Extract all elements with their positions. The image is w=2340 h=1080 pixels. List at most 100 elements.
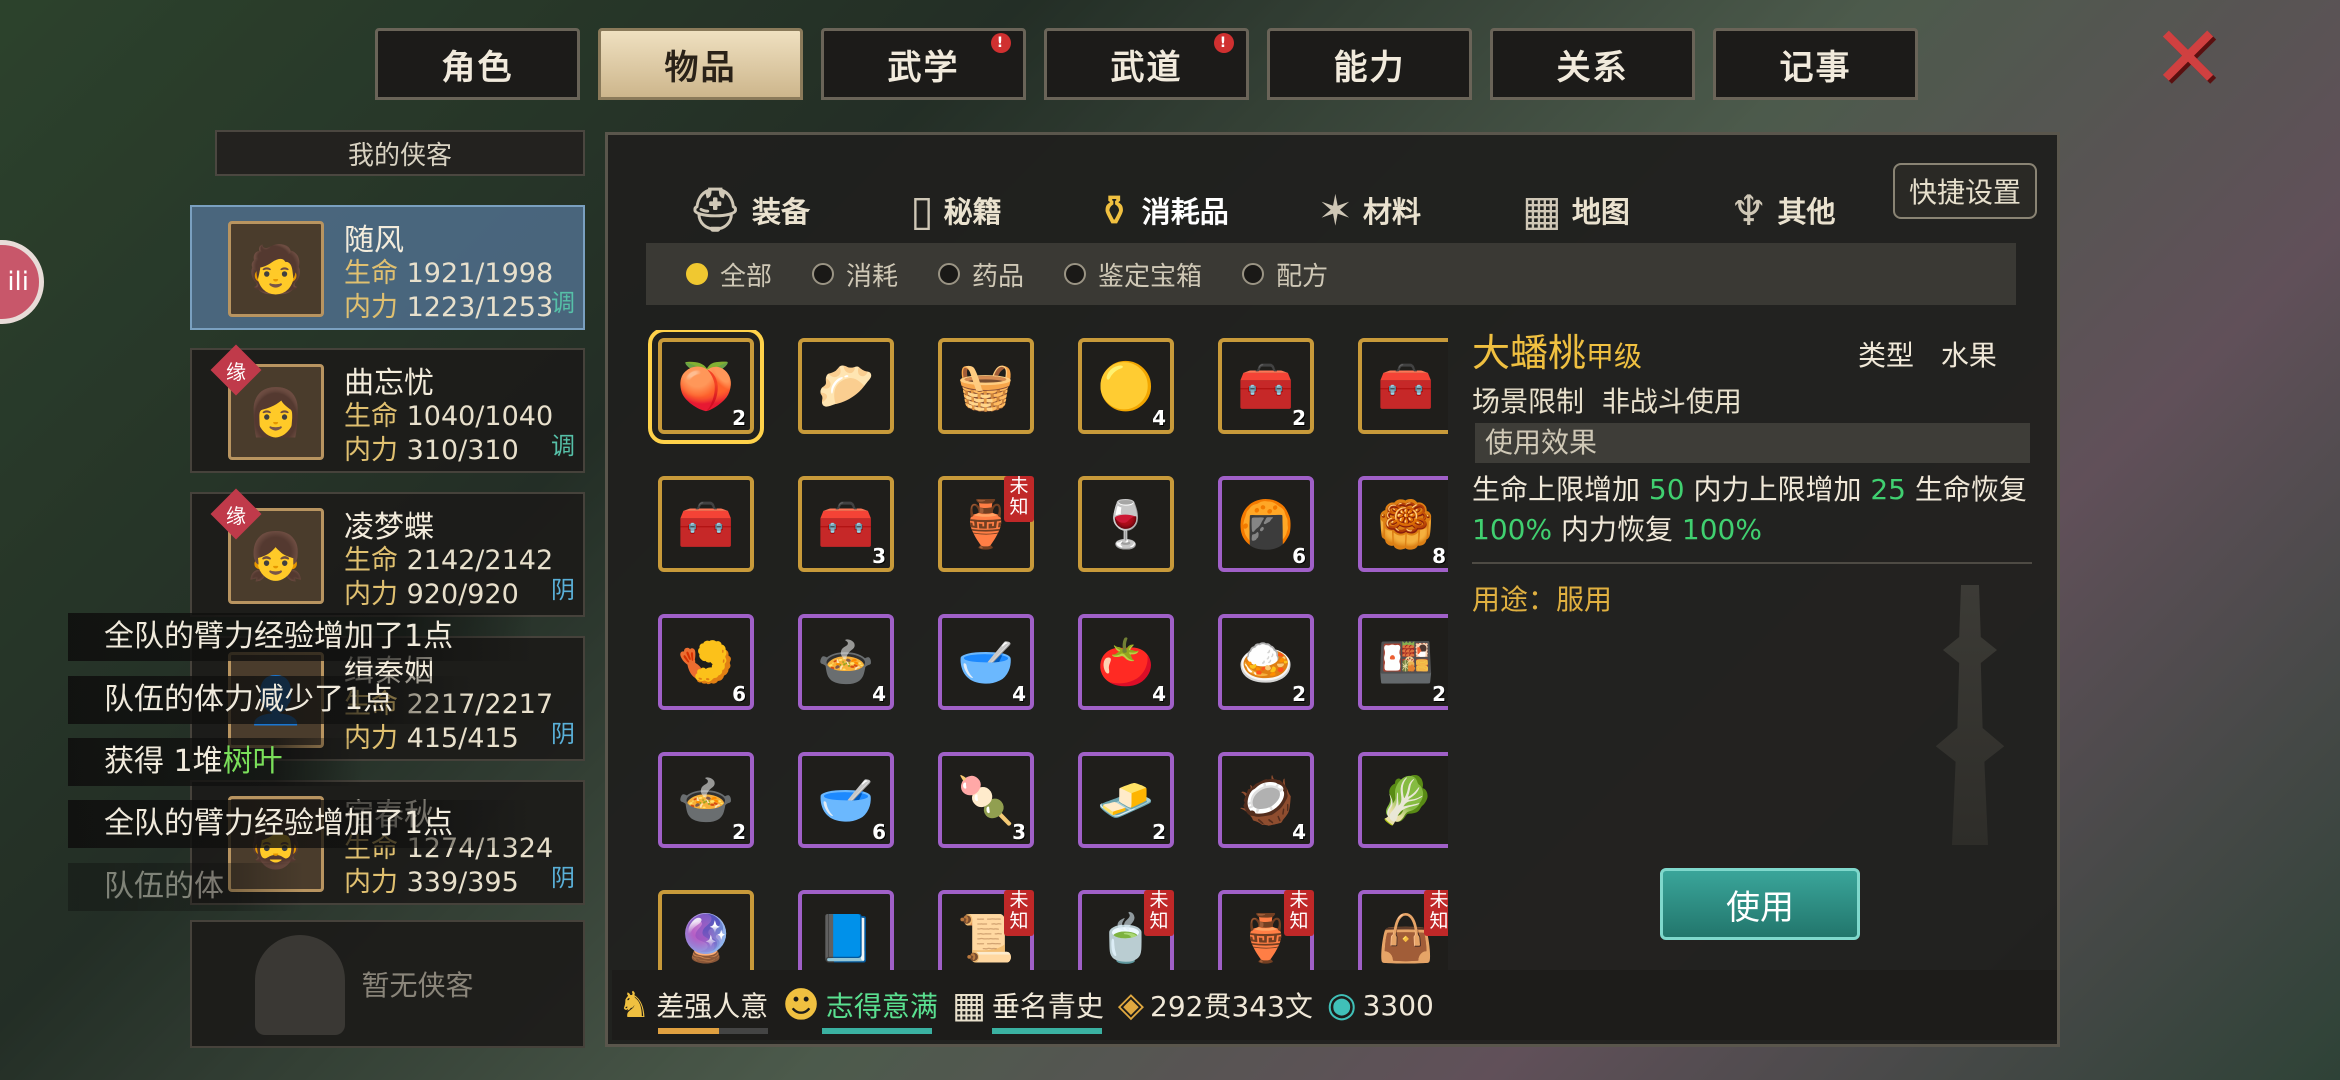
radio-icon: [938, 263, 961, 285]
notification-line: 全队的臂力经验增加了1点: [68, 800, 534, 848]
effect-header-text: 使用效果: [1485, 426, 1598, 459]
item-count: 2: [732, 820, 746, 844]
inventory-item[interactable]: 🍱 2: [1358, 614, 1448, 710]
radio-icon: [686, 263, 708, 285]
filter-option[interactable]: 消耗: [812, 256, 898, 293]
item-usage: 用途：服用: [1472, 578, 1612, 618]
top-tab-label: 记事: [1779, 47, 1852, 88]
inventory-item[interactable]: 🍷: [1078, 476, 1174, 572]
status-bar: ♞ 差强人意 ☻ 志得意满 ▦ 垂名青史 ◈ 292贯343文 ◉ 3300: [612, 970, 2057, 1040]
alert-badge-icon: !: [991, 33, 1011, 53]
filter-option[interactable]: 药品: [938, 256, 1024, 293]
filter-label: 配方: [1276, 261, 1329, 292]
top-tab-1[interactable]: 物品: [598, 28, 803, 100]
close-icon[interactable]: ✕: [2148, 15, 2228, 101]
filter-option[interactable]: 鉴定宝箱: [1064, 256, 1202, 293]
inventory-item[interactable]: 📜 未知: [938, 890, 1034, 970]
mp-value: 1223/1253: [406, 292, 554, 323]
strength-icon: ♞: [618, 984, 651, 1026]
top-tab-5[interactable]: 关系: [1490, 28, 1695, 100]
mood2-text: 志得意满: [825, 990, 938, 1023]
top-tab-6[interactable]: 记事: [1713, 28, 1918, 100]
top-tab-2[interactable]: 武学!: [821, 28, 1026, 100]
inventory-item[interactable]: 👜 未知: [1358, 890, 1448, 970]
mp-value: 920/920: [406, 579, 519, 610]
empty-hero-slot[interactable]: 暂无侠客: [190, 920, 585, 1048]
use-button-label: 使用: [1726, 887, 1794, 928]
inventory-item[interactable]: 🥣 4: [938, 614, 1034, 710]
fate-badge-icon: 缘: [210, 344, 262, 396]
inventory-item[interactable]: 🍘 6: [1218, 476, 1314, 572]
inventory-item[interactable]: 🧰 3: [798, 476, 894, 572]
inventory-item[interactable]: 🟡 4: [1078, 338, 1174, 434]
inventory-item[interactable]: 🥮 8: [1358, 476, 1448, 572]
detail-divider: [1472, 562, 2032, 564]
filter-option[interactable]: 全部: [686, 256, 772, 293]
item-icon: 🥮: [1377, 496, 1435, 551]
mood1-bar: [658, 1027, 768, 1034]
my-heroes-title: 我的侠客: [347, 140, 452, 171]
hero-avatar: 🧑: [228, 221, 324, 317]
inventory-item[interactable]: 🧰 2: [1218, 338, 1314, 434]
inventory-item[interactable]: 🍤 6: [658, 614, 754, 710]
inventory-item[interactable]: 🧰: [1358, 338, 1448, 434]
top-tab-0[interactable]: 角色: [375, 28, 580, 100]
inventory-item[interactable]: 🥣 6: [798, 752, 894, 848]
inventory-item[interactable]: 🏺 未知: [938, 476, 1034, 572]
inventory-item[interactable]: 🧈 2: [1078, 752, 1174, 848]
use-button[interactable]: 使用: [1660, 868, 1860, 940]
face-icon: ☻: [782, 984, 820, 1026]
hero-card[interactable]: 👧 缘凌梦蝶 生命 2142/2142 内力 920/920 阴: [190, 488, 585, 617]
inventory-item[interactable]: 🏺 未知: [1218, 890, 1314, 970]
item-count: 3: [1012, 820, 1026, 844]
inventory-item[interactable]: 🧰: [658, 476, 754, 572]
item-count: 2: [1152, 820, 1166, 844]
inventory-item[interactable]: 🥟: [798, 338, 894, 434]
inventory-item[interactable]: 📘: [798, 890, 894, 970]
hero-card[interactable]: 🧑 随风 生命 1921/1998 内力 1223/1253 调: [190, 205, 585, 330]
top-tab-label: 关系: [1556, 47, 1629, 88]
inventory-item[interactable]: 🔮: [658, 890, 754, 970]
filter-option[interactable]: 配方: [1242, 256, 1328, 293]
inventory-item[interactable]: 🍑 2: [648, 330, 764, 444]
filter-label: 药品: [972, 261, 1025, 292]
inventory-item[interactable]: 🍛 2: [1218, 614, 1314, 710]
inventory-item[interactable]: 🥬: [1358, 752, 1448, 848]
inventory-item[interactable]: 🍲 4: [798, 614, 894, 710]
unknown-badge: 未知: [1284, 890, 1314, 936]
item-icon: 🍘: [1237, 496, 1295, 551]
item-count: 2: [1292, 682, 1306, 706]
inventory-item[interactable]: 🥥 4: [1218, 752, 1314, 848]
notification-line: 全队的臂力经验增加了1点: [68, 613, 534, 661]
fate-badge-label: 缘: [226, 503, 246, 528]
inventory-item[interactable]: 🍵 未知: [1078, 890, 1174, 970]
hero-card[interactable]: 👩 缘曲忘忧 生命 1040/1040 内力 310/310 调: [190, 344, 585, 473]
inventory-item[interactable]: 🍲 2: [658, 752, 754, 848]
inventory-item[interactable]: 🍡 3: [938, 752, 1034, 848]
unknown-badge: 未知: [1004, 476, 1034, 522]
mood-status-2: ☻ 志得意满: [782, 984, 938, 1034]
item-count: 4: [1152, 406, 1166, 430]
hero-mp: 内力 920/920: [344, 572, 519, 611]
my-heroes-header: 我的侠客: [215, 130, 585, 176]
item-count: 4: [1292, 820, 1306, 844]
item-icon: 🧰: [817, 496, 875, 551]
quick-settings-button[interactable]: 快捷设置: [1893, 163, 2037, 219]
item-count: 6: [872, 820, 886, 844]
item-icon: 🍷: [1097, 496, 1155, 551]
item-icon: 🧺: [957, 358, 1015, 413]
jade-icon: ◉: [1326, 985, 1357, 1025]
empty-slot-label: 暂无侠客: [361, 969, 474, 1002]
unknown-badge: 未知: [1144, 890, 1174, 936]
inventory-item[interactable]: 🍅 4: [1078, 614, 1174, 710]
item-icon: 🍲: [677, 772, 735, 827]
inventory-item[interactable]: 🧺: [938, 338, 1034, 434]
top-tab-4[interactable]: 能力: [1267, 28, 1472, 100]
fame-icon: ▦: [951, 984, 986, 1026]
effect-value: 25: [1870, 473, 1906, 506]
map-icon: ▦: [1522, 185, 1562, 235]
item-name: 大蟠桃甲级: [1472, 322, 1642, 377]
top-tab-3[interactable]: 武道!: [1044, 28, 1249, 100]
type-label: 类型: [1858, 339, 1915, 372]
alert-badge-icon: !: [1214, 33, 1234, 53]
